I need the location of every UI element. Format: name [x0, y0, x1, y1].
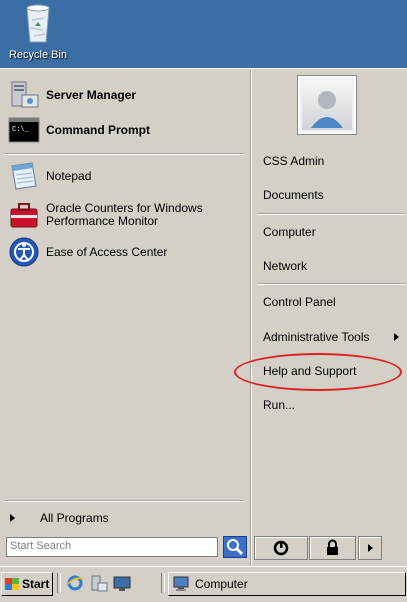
start-label: Start: [22, 577, 50, 591]
recycle-bin-label: Recycle Bin: [8, 49, 68, 61]
internet-explorer-icon[interactable]: [66, 574, 84, 592]
server-manager-quicklaunch-icon[interactable]: [90, 574, 108, 592]
taskbar-button-label: Computer: [195, 577, 248, 591]
power-button[interactable]: [254, 536, 308, 560]
start-menu: Server Manager C:\_ Command Prompt Notep…: [0, 68, 407, 567]
oracle-counters-label: Oracle Counters for Windows Performance M…: [46, 201, 203, 228]
command-prompt-label: Command Prompt: [46, 122, 151, 137]
oracle-counters-icon: [8, 199, 40, 231]
command-prompt-icon: C:\_: [8, 114, 40, 146]
notepad-icon: [8, 160, 40, 192]
recent-notepad[interactable]: Notepad: [4, 159, 246, 193]
search-button[interactable]: [223, 536, 247, 558]
taskbar-divider: [57, 573, 61, 593]
submenu-arrow-icon: [394, 333, 399, 341]
all-programs-separator: [4, 500, 244, 502]
arrow-right-icon: [10, 514, 15, 522]
start-menu-right-pane: CSS Admin Documents Computer Network Con…: [250, 69, 407, 567]
computer-link[interactable]: Computer: [263, 223, 403, 241]
administrative-tools-link[interactable]: Administrative Tools: [263, 328, 403, 346]
control-panel-link[interactable]: Control Panel: [263, 293, 403, 311]
help-and-support-link[interactable]: Help and Support: [263, 362, 403, 380]
lock-icon: [327, 539, 338, 555]
taskbar: Start Computer: [0, 566, 407, 602]
notepad-label: Notepad: [46, 168, 92, 183]
computer-icon: [173, 576, 189, 591]
server-manager-icon: [8, 79, 40, 111]
search-box[interactable]: [6, 537, 218, 557]
pinned-separator: [4, 153, 244, 155]
ease-of-access-icon: [8, 236, 40, 268]
start-button[interactable]: Start: [1, 572, 53, 596]
power-icon: [273, 540, 289, 556]
user-picture-icon: [302, 80, 352, 130]
recent-oracle-counters[interactable]: Oracle Counters for Windows Performance M…: [4, 197, 246, 233]
documents-link[interactable]: Documents: [263, 186, 403, 204]
right-separator-1: [257, 213, 405, 215]
taskbar-divider: [161, 573, 165, 593]
all-programs-button[interactable]: All Programs: [4, 506, 246, 530]
recent-ease-of-access[interactable]: Ease of Access Center: [4, 235, 246, 269]
run-link[interactable]: Run...: [263, 396, 403, 414]
windows-logo-icon: [5, 578, 19, 590]
administrative-tools-label: Administrative Tools: [263, 330, 370, 344]
search-icon: [227, 539, 244, 556]
ease-of-access-label: Ease of Access Center: [46, 244, 168, 259]
user-name-link[interactable]: CSS Admin: [263, 152, 403, 170]
all-programs-label: All Programs: [40, 511, 109, 525]
svg-text:C:\_: C:\_: [12, 126, 30, 134]
network-link[interactable]: Network: [263, 257, 403, 275]
recycle-bin-icon: [26, 4, 50, 43]
pinned-server-manager[interactable]: Server Manager: [4, 77, 246, 113]
start-menu-left-pane: Server Manager C:\_ Command Prompt Notep…: [4, 69, 247, 567]
taskbar-button-computer[interactable]: Computer: [168, 572, 406, 596]
server-manager-label: Server Manager: [46, 87, 137, 102]
right-separator-2: [257, 283, 405, 285]
shutdown-options-button[interactable]: [358, 536, 382, 560]
lock-button[interactable]: [309, 536, 356, 560]
arrow-right-icon: [368, 544, 373, 552]
recycle-bin[interactable]: Recycle Bin: [9, 0, 67, 64]
pinned-command-prompt[interactable]: C:\_ Command Prompt: [4, 114, 246, 146]
desktop: Recycle Bin: [0, 0, 407, 68]
user-avatar[interactable]: [297, 75, 357, 135]
search-input[interactable]: [7, 538, 213, 554]
show-desktop-icon[interactable]: [113, 574, 131, 592]
